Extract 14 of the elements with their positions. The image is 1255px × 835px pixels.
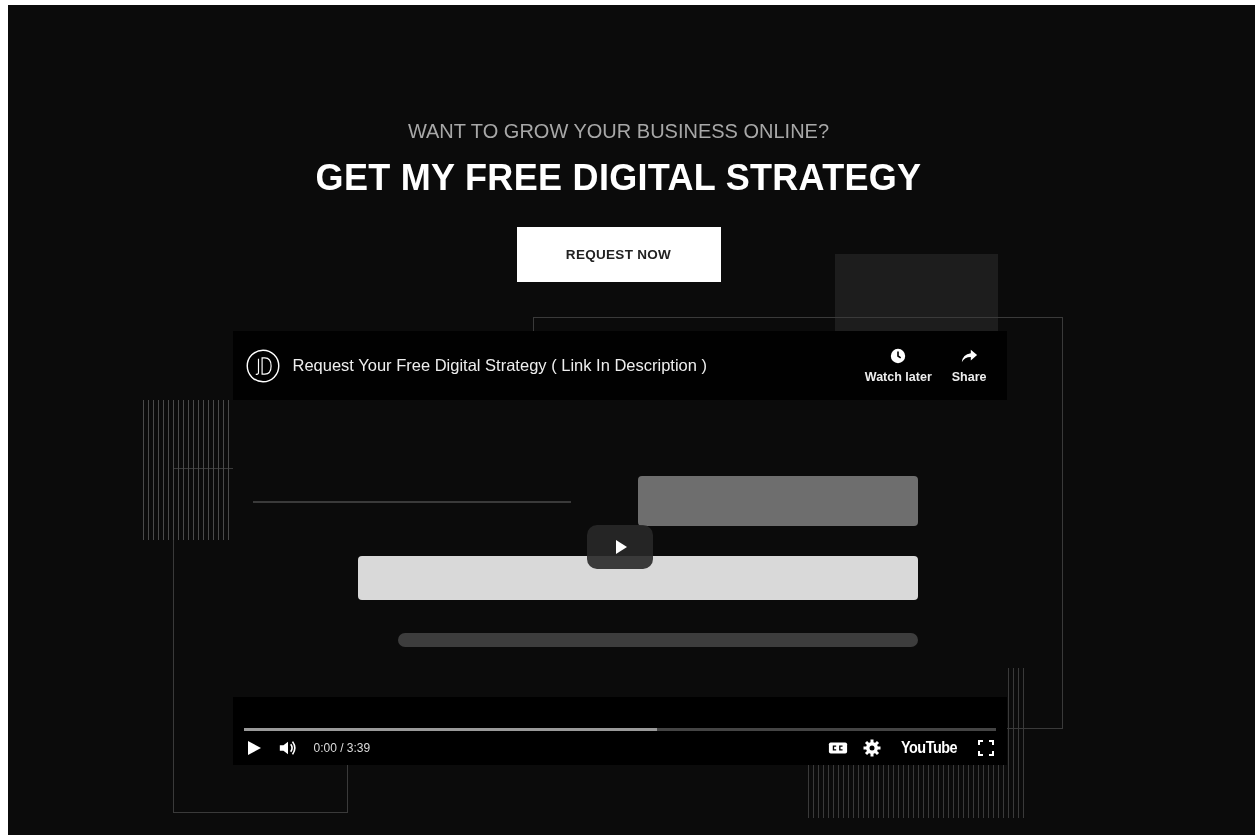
video-action-button[interactable]: Watch later (856, 343, 940, 388)
fullscreen-icon[interactable] (975, 738, 996, 758)
video-title[interactable]: Request Your Free Digital Strategy ( Link In Description ) (292, 356, 708, 375)
clock-icon (889, 347, 908, 365)
headline: GET MY FREE DIGITAL STRATEGY (315, 157, 922, 199)
settings-icon[interactable] (861, 738, 882, 758)
play-button[interactable] (586, 525, 653, 569)
video-action-button[interactable]: Share (943, 343, 995, 388)
progress-track[interactable] (243, 728, 996, 731)
time-display: 0:00 / 3:39 (313, 741, 371, 755)
channel-logo-icon[interactable] (244, 347, 281, 384)
eyebrow-text: WANT TO GROW YOUR BUSINESS ONLINE? (407, 120, 830, 143)
youtube-link[interactable]: YouTube (900, 738, 957, 758)
request-button[interactable]: REQUEST NOW (516, 227, 721, 282)
